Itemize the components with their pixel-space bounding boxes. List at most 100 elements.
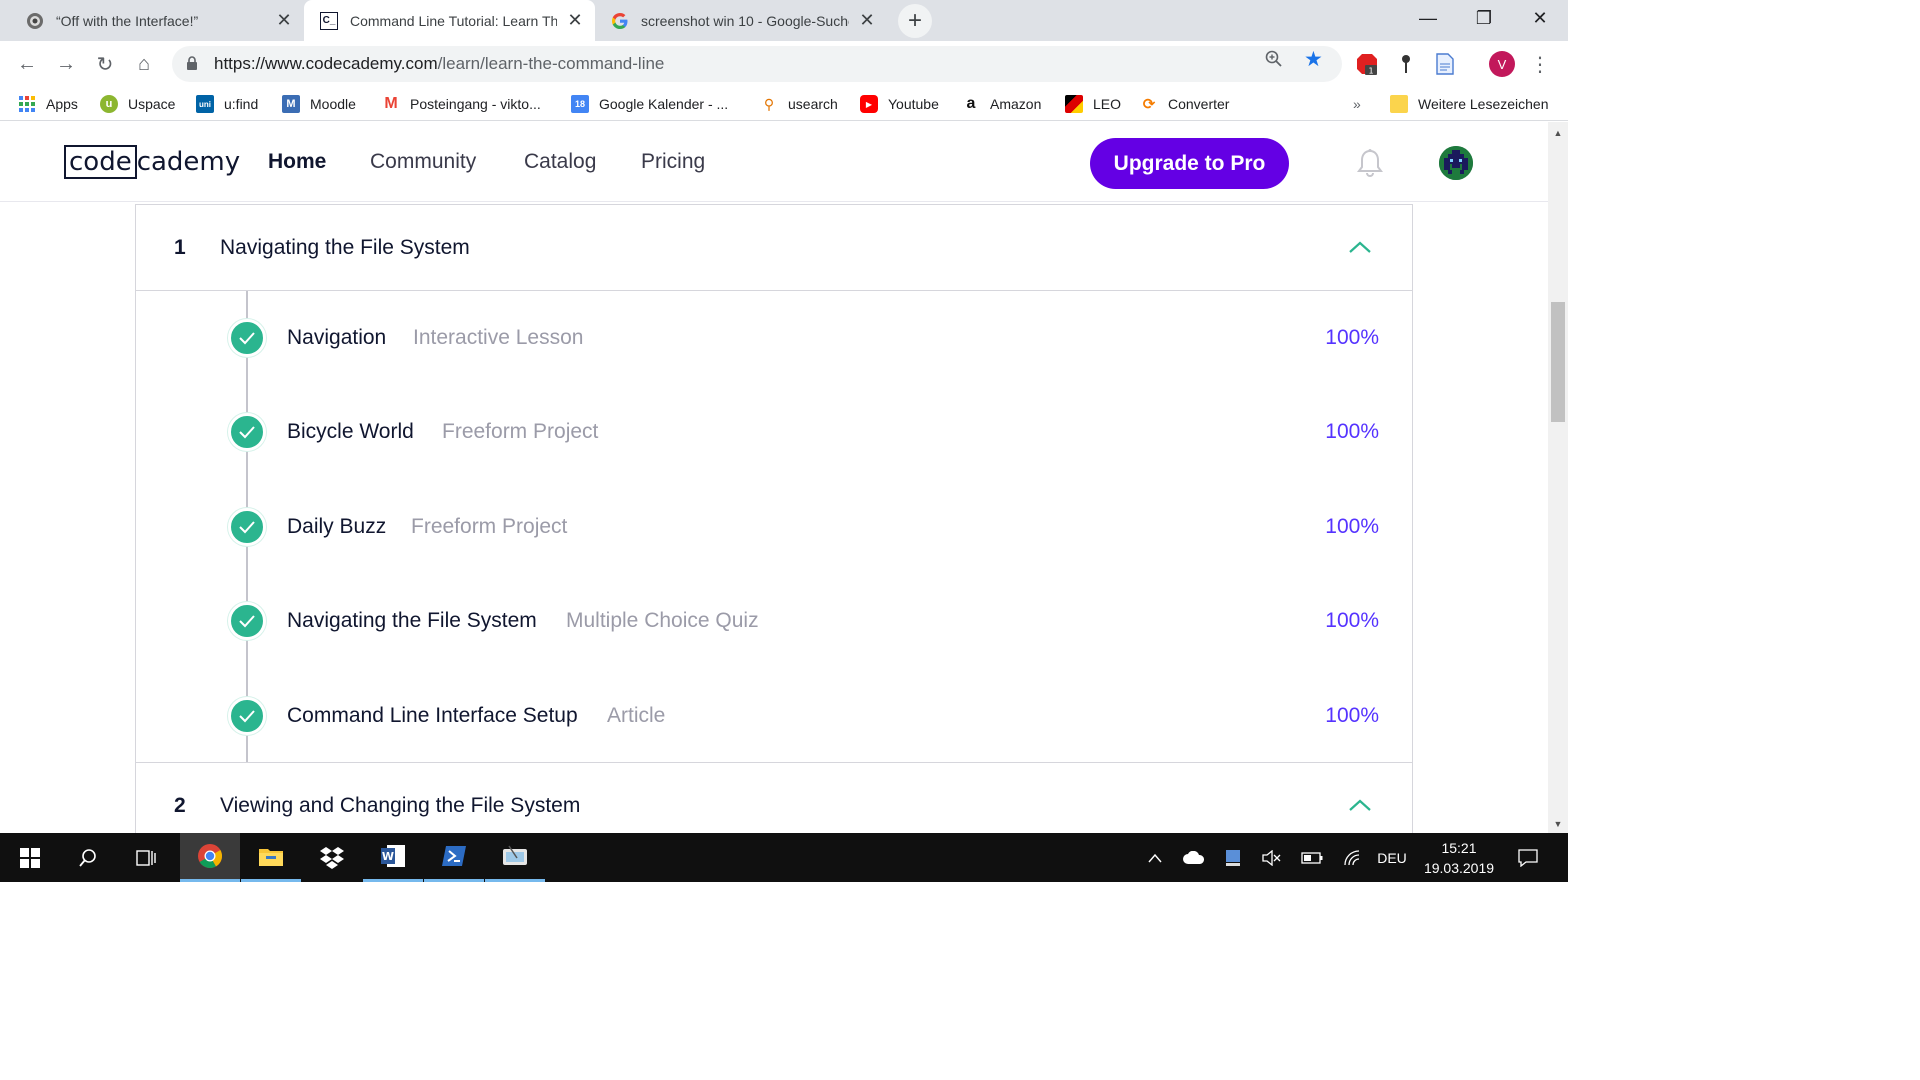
lesson-progress: 100% [1325, 515, 1379, 538]
word-icon[interactable]: W [363, 833, 423, 882]
scrollbar-thumb[interactable] [1551, 302, 1565, 422]
nav-home[interactable]: Home [268, 150, 326, 174]
lesson-row[interactable]: Navigation Interactive Lesson 100% [136, 319, 1412, 359]
windows-start-icon[interactable] [0, 833, 60, 882]
onedrive-cloud-icon[interactable] [1180, 833, 1208, 882]
restore-icon[interactable]: ❐ [1456, 0, 1512, 36]
file-explorer-icon[interactable] [241, 833, 301, 882]
module-number: 1 [174, 236, 186, 259]
moodle-icon: M [282, 95, 300, 113]
bookmark-label: Converter [1168, 96, 1230, 112]
tray-chevron-up-icon[interactable] [1143, 833, 1167, 882]
lesson-row[interactable]: Bicycle World Freeform Project 100% [136, 413, 1412, 453]
bookmarks-overflow-button[interactable]: » [1353, 93, 1361, 115]
logo-rest: cademy [136, 147, 241, 177]
snipping-tool-icon[interactable] [485, 833, 545, 882]
chevron-up-icon[interactable] [1348, 239, 1372, 255]
home-icon[interactable]: ⌂ [129, 49, 159, 79]
browser-tab[interactable]: “Off with the Interface!” ✕ [10, 0, 304, 41]
bookmark-other[interactable]: Weitere Lesezeichen [1390, 93, 1548, 115]
chrome-taskbar-icon[interactable] [180, 833, 240, 882]
nav-catalog[interactable]: Catalog [524, 150, 596, 174]
notification-bell-icon[interactable] [1356, 148, 1384, 178]
bookmark-apps[interactable]: Apps [18, 93, 78, 115]
nav-pricing[interactable]: Pricing [641, 150, 705, 174]
url-host: https://www.codecademy.com [214, 54, 438, 73]
lesson-row[interactable]: Navigating the File System Multiple Choi… [136, 602, 1412, 642]
close-window-icon[interactable]: ✕ [1512, 0, 1568, 36]
windows-taskbar: W DEU 15:21 19.03.2019 [0, 833, 1568, 882]
language-indicator[interactable]: DEU [1372, 833, 1412, 882]
bookmark-star-icon[interactable]: ★ [1304, 47, 1323, 72]
checkmark-icon [228, 508, 266, 546]
search-icon[interactable] [58, 833, 118, 882]
powershell-icon[interactable] [424, 833, 484, 882]
module-header[interactable]: 2 Viewing and Changing the File System [136, 763, 1412, 833]
zoom-icon[interactable] [1265, 50, 1283, 73]
battery-icon[interactable] [1298, 833, 1326, 882]
folder-icon [1390, 95, 1408, 113]
extension-pin-icon[interactable] [1395, 53, 1417, 75]
scroll-down-arrow-icon[interactable]: ▼ [1548, 819, 1568, 829]
taskbar-clock[interactable]: 15:21 19.03.2019 [1412, 838, 1506, 878]
user-avatar[interactable] [1439, 146, 1473, 180]
wifi-icon[interactable] [1340, 833, 1366, 882]
action-center-icon[interactable] [1510, 833, 1546, 882]
scroll-up-arrow-icon[interactable]: ▲ [1548, 128, 1568, 138]
profile-avatar[interactable]: V [1489, 51, 1515, 77]
checkmark-icon [228, 602, 266, 640]
bookmark-label: Moodle [310, 96, 356, 112]
bookmark-amazon[interactable]: a Amazon [962, 93, 1042, 115]
bookmark-youtube[interactable]: ▶ Youtube [860, 93, 939, 115]
bookmark-leo[interactable]: LEO [1065, 93, 1121, 115]
converter-icon: ⟳ [1142, 96, 1156, 113]
module-title: Navigating the File System [220, 236, 470, 259]
browser-tab-active[interactable]: C_ Command Line Tutorial: Learn The Comm… [304, 0, 595, 41]
network-drive-icon[interactable] [1220, 833, 1246, 882]
lesson-name: Navigating the File System [287, 609, 537, 632]
dropbox-icon[interactable] [302, 833, 362, 882]
new-tab-button[interactable]: + [898, 4, 932, 38]
nav-community[interactable]: Community [370, 150, 476, 174]
bookmark-usearch[interactable]: ⚲ usearch [760, 93, 838, 115]
url-text: https://www.codecademy.com/learn/learn-t… [214, 54, 664, 74]
menu-dots-icon[interactable]: ⋮ [1529, 53, 1551, 76]
task-view-icon[interactable] [116, 833, 176, 882]
codecademy-logo[interactable]: code cademy [64, 144, 240, 180]
bookmark-gmail[interactable]: M Posteingang - vikto... [382, 93, 540, 115]
lesson-progress: 100% [1325, 609, 1379, 632]
bookmark-converter[interactable]: ⟳ Converter [1140, 93, 1230, 115]
back-arrow-icon[interactable]: ← [12, 49, 42, 79]
module-header[interactable]: 1 Navigating the File System [136, 205, 1412, 291]
forward-arrow-icon[interactable]: → [51, 49, 81, 79]
bookmark-ufind[interactable]: uni u:find [196, 93, 258, 115]
volume-muted-icon[interactable] [1258, 833, 1284, 882]
chevron-up-icon[interactable] [1348, 797, 1372, 813]
browser-tab[interactable]: screenshot win 10 - Google-Suche ✕ [595, 0, 887, 41]
reload-icon[interactable]: ↻ [90, 49, 120, 79]
close-tab-icon[interactable]: ✕ [857, 10, 877, 31]
upgrade-to-pro-button[interactable]: Upgrade to Pro [1090, 138, 1289, 189]
address-bar[interactable]: https://www.codecademy.com/learn/learn-t… [172, 46, 1342, 82]
bookmark-label: usearch [788, 96, 838, 112]
lesson-name: Navigation [287, 326, 387, 349]
lesson-row[interactable]: Daily Buzz Freeform Project 100% [136, 508, 1412, 548]
bookmark-uspace[interactable]: u Uspace [100, 93, 175, 115]
bookmark-moodle[interactable]: M Moodle [282, 93, 356, 115]
bookmark-calendar[interactable]: 18 Google Kalender - ... [571, 93, 728, 115]
clock-time: 15:21 [1441, 840, 1477, 856]
lesson-progress: 100% [1325, 326, 1379, 349]
checkmark-icon [228, 319, 266, 357]
lesson-progress: 100% [1325, 704, 1379, 727]
extension-docs-icon[interactable] [1434, 53, 1456, 75]
close-tab-icon[interactable]: ✕ [274, 10, 294, 31]
minimize-icon[interactable]: — [1400, 0, 1456, 36]
extension-stop-icon[interactable]: 1 [1356, 53, 1378, 75]
page-scrollbar[interactable]: ▲ ▼ [1548, 122, 1568, 833]
leo-icon [1065, 95, 1083, 113]
apps-grid-icon [18, 95, 36, 113]
extension-badge: 1 [1368, 67, 1373, 76]
lesson-name: Bicycle World [287, 420, 414, 443]
close-tab-icon[interactable]: ✕ [565, 10, 585, 31]
lesson-row[interactable]: Command Line Interface Setup Article 100… [136, 697, 1412, 737]
